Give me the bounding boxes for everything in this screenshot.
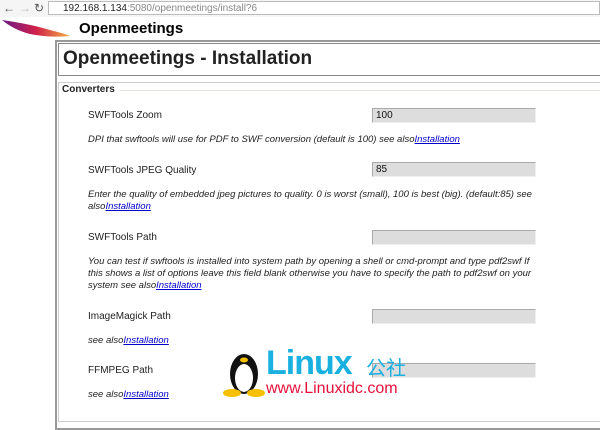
- watermark-logo: Linux: [266, 344, 353, 382]
- imagemagick-path-label: ImageMagick Path: [88, 311, 171, 322]
- apache-feather-logo: [2, 20, 70, 37]
- installation-link[interactable]: Installation: [156, 280, 201, 291]
- watermark-url: www.Linuxidc.com: [266, 380, 398, 397]
- address-bar[interactable]: 192.168.1.134:5080/openmeetings/install?…: [48, 1, 600, 15]
- swftools-jpeg-desc: Enter the quality of embedded jpeg pictu…: [88, 189, 532, 212]
- swftools-zoom-label: SWFTools Zoom: [88, 110, 162, 121]
- swftools-path-input[interactable]: [372, 230, 536, 245]
- swftools-jpeg-input[interactable]: [372, 162, 536, 177]
- reload-icon[interactable]: ↻: [34, 1, 44, 15]
- legend-divider: [120, 90, 600, 91]
- installation-link[interactable]: Installation: [414, 134, 459, 145]
- installation-link[interactable]: Installation: [123, 389, 168, 400]
- forward-icon[interactable]: →: [19, 1, 31, 15]
- swftools-jpeg-label: SWFTools JPEG Quality: [88, 165, 197, 176]
- imagemagick-path-input[interactable]: [372, 309, 536, 324]
- watermark-logo-cn: 公社: [366, 358, 406, 380]
- installation-link[interactable]: Installation: [123, 335, 168, 346]
- back-icon[interactable]: ←: [3, 1, 15, 15]
- fieldset-legend: Converters: [62, 84, 118, 95]
- swftools-path-label: SWFTools Path: [88, 232, 157, 243]
- swftools-zoom-input[interactable]: [372, 108, 536, 123]
- url-host: 192.168.1.134: [63, 3, 127, 14]
- url-path: :5080/openmeetings/install?6: [126, 3, 258, 14]
- tux-penguin-icon: [223, 354, 265, 397]
- installation-link[interactable]: Installation: [105, 201, 150, 212]
- swftools-path-desc: You can test if swftools is installed in…: [88, 256, 532, 291]
- page-title: Openmeetings - Installation: [63, 48, 313, 69]
- brand-title: Openmeetings: [79, 20, 184, 37]
- swftools-zoom-desc: DPI that swftools will use for PDF to SW…: [88, 134, 460, 145]
- ffmpeg-path-label: FFMPEG Path: [88, 365, 154, 376]
